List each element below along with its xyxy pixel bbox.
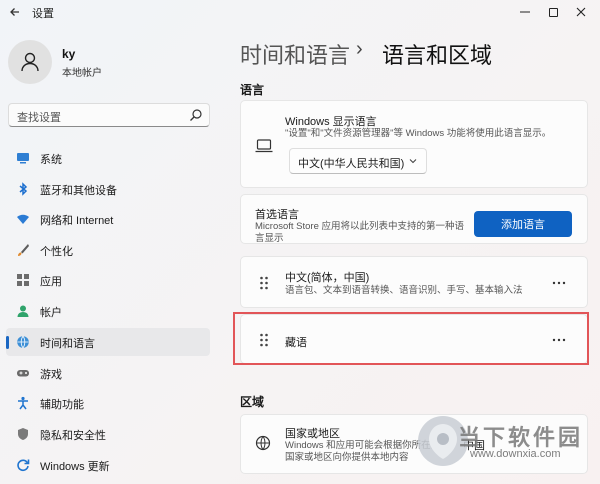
search-input[interactable]: 查找设置: [8, 103, 210, 127]
globe-clock-icon: [17, 335, 29, 349]
back-arrow-icon: [10, 8, 19, 16]
more-options-icon[interactable]: [551, 280, 567, 286]
brush-icon: [18, 244, 29, 256]
breadcrumb-separator: ›: [356, 38, 363, 60]
page-title: 语言和区域: [382, 43, 493, 68]
sidebar-item-label: 游戏: [40, 369, 62, 381]
gamepad-icon: [17, 370, 29, 377]
preferred-languages-description-line2: 言显示: [255, 233, 284, 244]
breadcrumb-parent[interactable]: 时间和语言: [240, 38, 350, 70]
sidebar-item-accessibility[interactable]: 辅助功能: [6, 389, 210, 417]
add-language-label: 添加语言: [501, 219, 545, 231]
active-indicator: [6, 336, 9, 349]
search-icon[interactable]: [189, 108, 203, 122]
sidebar-item-accounts[interactable]: 帐户: [6, 297, 210, 325]
monitor-icon: [17, 153, 29, 164]
add-language-button[interactable]: 添加语言: [474, 211, 572, 237]
display-language-dropdown[interactable]: 中文(中华人民共和国): [289, 148, 427, 174]
sidebar-item-label: 蓝牙和其他设备: [40, 185, 117, 197]
sidebar-item-label: 帐户: [40, 307, 62, 319]
country-region-description-line2: 国家或地区向你提供本地内容: [285, 452, 409, 463]
bluetooth-icon: [19, 182, 28, 196]
sidebar-item-privacy[interactable]: 隐私和安全性: [6, 420, 210, 448]
sidebar-item-label: 系统: [40, 154, 62, 166]
shield-icon: [18, 428, 28, 440]
sidebar-item-system[interactable]: 系统: [6, 144, 210, 172]
dropdown-selected-value: 中文(中华人民共和国): [298, 158, 405, 170]
globe-icon: [255, 435, 271, 451]
sidebar-item-bluetooth[interactable]: 蓝牙和其他设备: [6, 175, 210, 203]
app-title: 设置: [32, 8, 54, 20]
maximize-button[interactable]: [538, 0, 568, 24]
title-bar: 设置: [0, 0, 600, 24]
close-button[interactable]: [566, 0, 596, 24]
person-icon: [21, 52, 39, 72]
sidebar-item-label: 隐私和安全性: [40, 430, 106, 442]
chevron-down-icon: [409, 159, 417, 164]
accessibility-icon: [18, 396, 28, 410]
minimize-button[interactable]: [510, 0, 540, 24]
highlight-annotation: [233, 312, 589, 365]
sidebar-item-gaming[interactable]: 游戏: [6, 359, 210, 387]
sidebar-item-time-language[interactable]: 时间和语言: [6, 328, 210, 356]
section-title-language: 语言: [240, 83, 265, 97]
update-icon: [17, 459, 30, 472]
settings-window: 设置 ky 本地帐户 查找设置 系统 蓝牙和其他设备 网络和 Internet …: [0, 0, 600, 484]
sidebar-item-network[interactable]: 网络和 Internet: [6, 205, 210, 233]
apps-icon: [17, 274, 29, 286]
search-placeholder: 查找设置: [17, 112, 61, 124]
sidebar-item-label: 时间和语言: [40, 338, 95, 350]
close-icon: [576, 7, 586, 17]
language-features: 语言包、文本到语音转换、语音识别、手写、基本输入法: [285, 285, 523, 296]
maximize-icon: [548, 7, 558, 17]
language-item[interactable]: 中文(简体，中国) 语言包、文本到语音转换、语音识别、手写、基本输入法: [240, 256, 588, 308]
user-name: ky: [62, 47, 76, 61]
sidebar-item-label: Windows 更新: [40, 461, 110, 473]
watermark-url: www.downxia.com: [470, 448, 561, 460]
minimize-icon: [520, 11, 530, 13]
preferred-languages-description-line1: Microsoft Store 应用将以此列表中支持的第一种语: [255, 221, 465, 232]
sidebar-item-label: 个性化: [40, 246, 73, 258]
section-title-region: 区域: [240, 395, 265, 409]
display-language-description: "设置"和"文件资源管理器"等 Windows 功能将使用此语言显示。: [285, 128, 552, 139]
avatar[interactable]: [8, 40, 52, 84]
laptop-icon: [255, 139, 273, 153]
person-icon: [17, 305, 29, 317]
sidebar-item-apps[interactable]: 应用: [6, 266, 210, 294]
sidebar-item-label: 网络和 Internet: [40, 215, 114, 227]
sidebar-item-label: 应用: [40, 276, 62, 288]
back-button[interactable]: [6, 3, 24, 21]
drag-handle-icon[interactable]: [259, 276, 269, 290]
sidebar-item-label: 辅助功能: [40, 399, 84, 411]
wifi-icon: [17, 214, 29, 224]
sidebar-item-windows-update[interactable]: Windows 更新: [6, 451, 210, 479]
sidebar-item-personalization[interactable]: 个性化: [6, 236, 210, 264]
account-type: 本地帐户: [62, 68, 102, 79]
language-name: 中文(简体，中国): [285, 272, 370, 284]
display-language-card: Windows 显示语言 "设置"和"文件资源管理器"等 Windows 功能将…: [240, 100, 588, 188]
